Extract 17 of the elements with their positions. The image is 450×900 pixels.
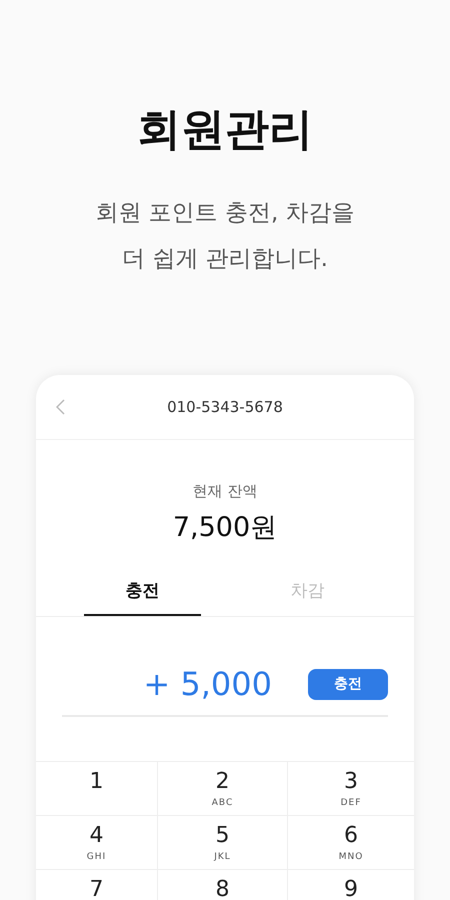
subtitle-line: 더 쉽게 관리합니다. <box>121 245 329 274</box>
keypad-key[interactable]: 2 ABC <box>158 762 288 816</box>
keypad-key[interactable]: 3 DEF <box>288 762 414 816</box>
keypad-key[interactable]: 4 GHI <box>36 816 158 870</box>
keypad-key[interactable]: 6 MNO <box>288 816 414 870</box>
balance-label: 현재 잔액 <box>192 482 258 501</box>
charge-button[interactable]: 충전 <box>308 668 388 700</box>
keypad-key[interactable]: 1 <box>36 762 158 816</box>
phone-number: 010-5343-5678 <box>167 398 283 416</box>
keypad-key[interactable]: 5 JKL <box>158 816 288 870</box>
subtitle-line: 회원 포인트 충전, 차감을 <box>95 199 355 228</box>
tab[interactable]: 충전 <box>84 565 201 616</box>
amount-value: + 5,000 <box>143 665 272 703</box>
back-chevron-icon[interactable] <box>56 399 65 415</box>
balance-amount: 7,500원 <box>172 511 278 545</box>
keypad-key[interactable]: 7 <box>36 870 158 900</box>
headline: 회원관리 <box>137 103 313 157</box>
